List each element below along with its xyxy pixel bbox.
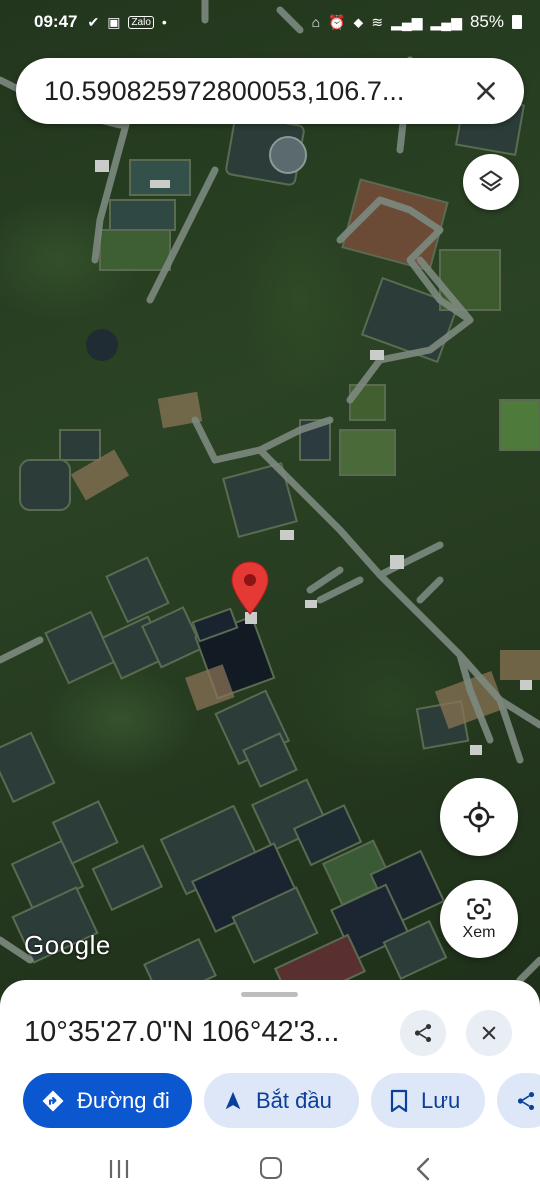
location-icon: ⬥ — [353, 13, 364, 30]
bookmark-icon — [389, 1089, 409, 1113]
coordinates-title: 10°35'27.0"N 106°42'3... — [24, 1016, 340, 1048]
system-nav-bar — [0, 1138, 540, 1200]
notification-icons: ✔ ▣ Zalo • — [87, 14, 166, 31]
action-chips: Đường đi Bắt đầu Lưu — [23, 1073, 540, 1128]
lens-button[interactable]: Xem — [440, 880, 518, 958]
battery-percent: 85% — [469, 12, 504, 31]
directions-icon — [41, 1089, 65, 1113]
wifi-icon: ≋ — [371, 13, 384, 30]
home-button-icon[interactable] — [260, 1157, 282, 1179]
battery-icon — [512, 15, 522, 29]
close-sheet-button[interactable] — [466, 1010, 512, 1056]
start-button[interactable]: Bắt đầu — [204, 1073, 359, 1128]
share-icon — [414, 1024, 432, 1042]
layers-button[interactable] — [463, 154, 519, 210]
share-icon — [515, 1090, 537, 1112]
my-location-icon — [463, 801, 495, 833]
share-chip-button[interactable] — [497, 1073, 540, 1128]
image-icon: ▣ — [107, 13, 121, 30]
search-query[interactable]: 10.590825972800053,106.7... — [44, 76, 468, 107]
system-icons: ⌂ ⏰ ⬥ ≋ ▂▄▆ ▂▄▆ 85% — [312, 12, 522, 32]
close-icon[interactable] — [468, 73, 504, 109]
alarm-icon: ⏰ — [328, 13, 346, 30]
zalo-icon: Zalo — [128, 15, 154, 29]
save-button[interactable]: Lưu — [371, 1073, 485, 1128]
directions-label: Đường đi — [77, 1087, 170, 1113]
home-icon: ⌂ — [311, 14, 321, 30]
share-button[interactable] — [400, 1010, 446, 1056]
status-time: 09:47 — [34, 12, 78, 31]
close-icon — [482, 1026, 496, 1040]
start-label: Bắt đầu — [256, 1087, 332, 1113]
check-icon: ✔ — [87, 13, 100, 30]
drag-handle[interactable] — [241, 992, 298, 997]
signal-icon: ▂▄▆ — [391, 13, 423, 30]
status-bar: 09:47 ✔ ▣ Zalo • ⌂ ⏰ ⬥ ≋ ▂▄▆ ▂▄▆ 85% — [0, 0, 540, 44]
directions-button[interactable]: Đường đi — [23, 1073, 192, 1128]
dot-icon: • — [161, 14, 167, 30]
navigation-icon — [222, 1090, 244, 1112]
lens-label: Xem — [462, 924, 496, 941]
google-logo: Google — [24, 930, 111, 960]
my-location-button[interactable] — [440, 778, 518, 856]
signal-icon: ▂▄▆ — [430, 13, 462, 30]
save-label: Lưu — [421, 1087, 461, 1113]
search-bar[interactable]: 10.590825972800053,106.7... — [16, 58, 524, 124]
layers-icon — [479, 170, 503, 192]
location-pin-icon[interactable] — [229, 560, 271, 616]
lens-icon — [467, 898, 491, 920]
recents-icon[interactable] — [108, 1159, 130, 1179]
back-icon[interactable] — [414, 1157, 432, 1181]
